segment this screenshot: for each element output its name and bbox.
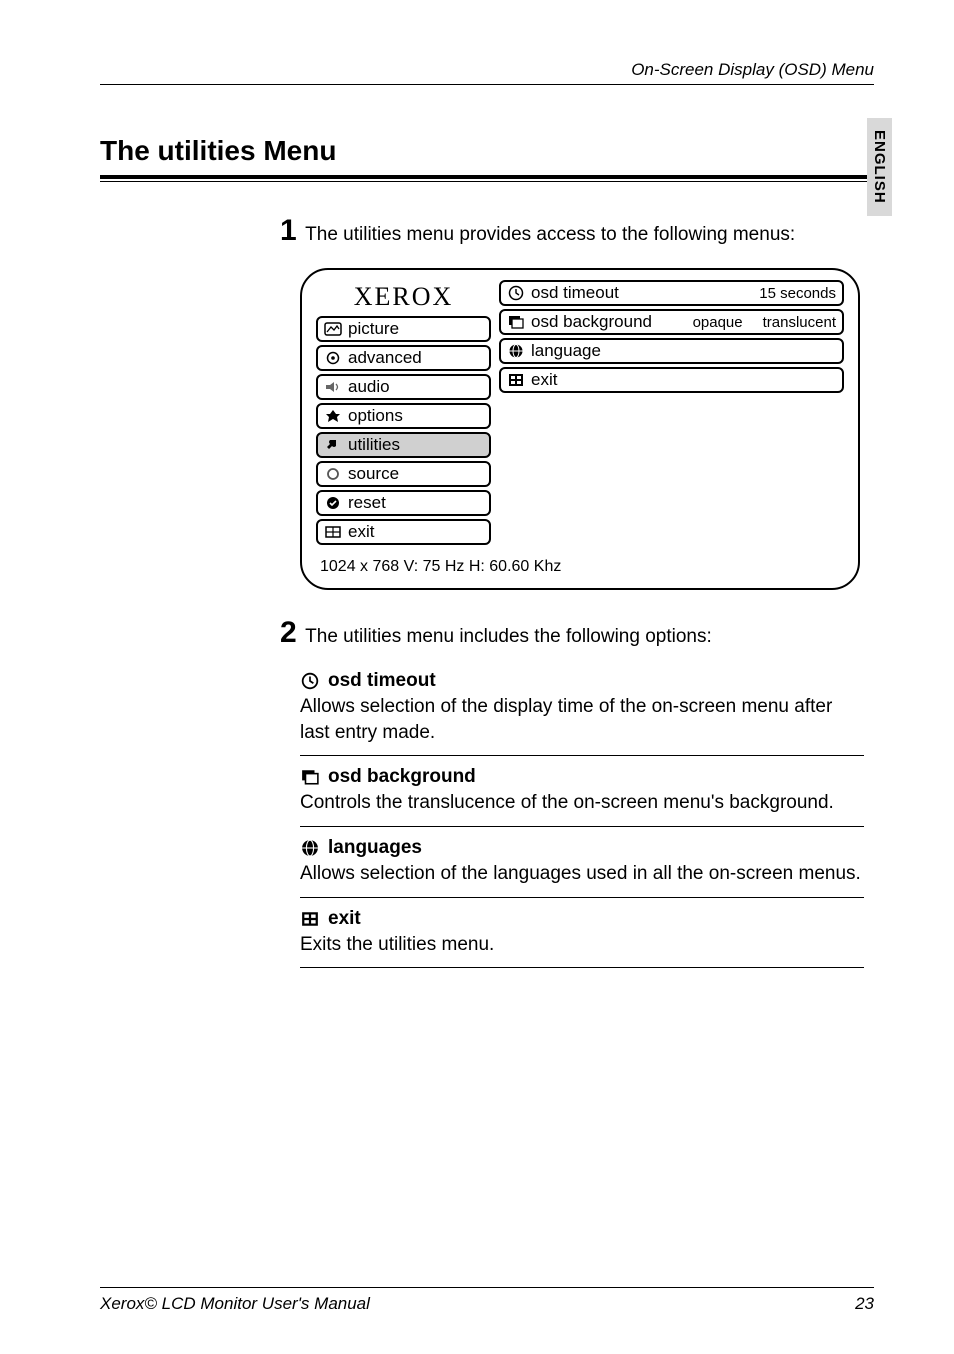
- header-text: On-Screen Display (OSD) Menu: [631, 60, 874, 80]
- menu-label: utilities: [348, 435, 400, 455]
- submenu-label: osd background: [531, 312, 652, 332]
- osd-status: 1024 x 768 V: 75 Hz H: 60.60 Khz: [320, 558, 844, 576]
- option-title: osd background: [328, 766, 476, 788]
- menu-source[interactable]: source: [316, 461, 491, 487]
- globe-icon: [300, 839, 320, 857]
- option-title: languages: [328, 837, 422, 859]
- option-desc: Exits the utilities menu.: [300, 932, 864, 958]
- submenu-osd-timeout[interactable]: osd timeout 15 seconds: [499, 280, 844, 306]
- page-footer: Xerox© LCD Monitor User's Manual 23: [100, 1287, 874, 1314]
- submenu-label: language: [531, 341, 601, 361]
- grid-exit-icon: [507, 372, 525, 388]
- menu-reset[interactable]: reset: [316, 490, 491, 516]
- menu-audio[interactable]: audio: [316, 374, 491, 400]
- step-1: 1 The utilities menu provides access to …: [280, 214, 864, 248]
- clock-icon: [507, 285, 525, 301]
- option-desc: Allows selection of the display time of …: [300, 694, 864, 745]
- title-rule: [100, 175, 874, 182]
- window-icon: [507, 314, 525, 330]
- submenu-value-a: opaque: [693, 314, 743, 331]
- source-icon: [324, 466, 342, 482]
- step-2: 2 The utilities menu includes the follow…: [280, 616, 864, 650]
- menu-label: options: [348, 406, 403, 426]
- page-title: The utilities Menu: [100, 135, 874, 167]
- submenu-osd-background[interactable]: osd background opaque translucent: [499, 309, 844, 335]
- submenu-label: exit: [531, 370, 557, 390]
- menu-label: reset: [348, 493, 386, 513]
- grid-exit-icon: [300, 910, 320, 928]
- menu-label: source: [348, 464, 399, 484]
- menu-picture[interactable]: picture: [316, 316, 491, 342]
- menu-label: exit: [348, 522, 374, 542]
- language-tab: ENGLISH: [867, 118, 892, 216]
- advanced-icon: [324, 350, 342, 366]
- osd-menu-box: XEROX picture advanced audio: [300, 268, 860, 590]
- option-title: osd timeout: [328, 670, 436, 692]
- osd-right-column: osd timeout 15 seconds osd background op…: [499, 280, 844, 548]
- option-title: exit: [328, 908, 361, 930]
- footer-left: Xerox© LCD Monitor User's Manual: [100, 1294, 370, 1314]
- menu-options[interactable]: options: [316, 403, 491, 429]
- utilities-icon: [324, 437, 342, 453]
- option-osd-background: osd background Controls the translucence…: [300, 766, 864, 827]
- page-header: On-Screen Display (OSD) Menu: [100, 60, 874, 85]
- menu-label: advanced: [348, 348, 422, 368]
- globe-icon: [507, 343, 525, 359]
- option-desc: Allows selection of the languages used i…: [300, 861, 864, 887]
- menu-utilities[interactable]: utilities: [316, 432, 491, 458]
- menu-label: audio: [348, 377, 390, 397]
- option-exit: exit Exits the utilities menu.: [300, 908, 864, 969]
- submenu-value-b: translucent: [763, 314, 836, 331]
- options-icon: [324, 408, 342, 424]
- osd-brand: XEROX: [316, 280, 491, 316]
- menu-advanced[interactable]: advanced: [316, 345, 491, 371]
- audio-icon: [324, 379, 342, 395]
- option-desc: Controls the translucence of the on-scre…: [300, 790, 864, 816]
- step-2-text: The utilities menu includes the followin…: [305, 626, 712, 647]
- content-area: 1 The utilities menu provides access to …: [280, 214, 864, 968]
- window-icon: [300, 768, 320, 786]
- clock-icon: [300, 672, 320, 690]
- menu-exit[interactable]: exit: [316, 519, 491, 545]
- osd-left-column: XEROX picture advanced audio: [316, 280, 491, 548]
- submenu-label: osd timeout: [531, 283, 619, 303]
- picture-icon: [324, 321, 342, 337]
- submenu-language[interactable]: language: [499, 338, 844, 364]
- exit-icon: [324, 524, 342, 540]
- reset-icon: [324, 495, 342, 511]
- step-1-number: 1: [280, 214, 297, 248]
- page-number: 23: [855, 1294, 874, 1314]
- step-2-number: 2: [280, 616, 297, 650]
- submenu-exit[interactable]: exit: [499, 367, 844, 393]
- option-osd-timeout: osd timeout Allows selection of the disp…: [300, 670, 864, 756]
- option-languages: languages Allows selection of the langua…: [300, 837, 864, 898]
- step-1-text: The utilities menu provides access to th…: [305, 224, 795, 245]
- submenu-value: 15 seconds: [759, 285, 836, 302]
- menu-label: picture: [348, 319, 399, 339]
